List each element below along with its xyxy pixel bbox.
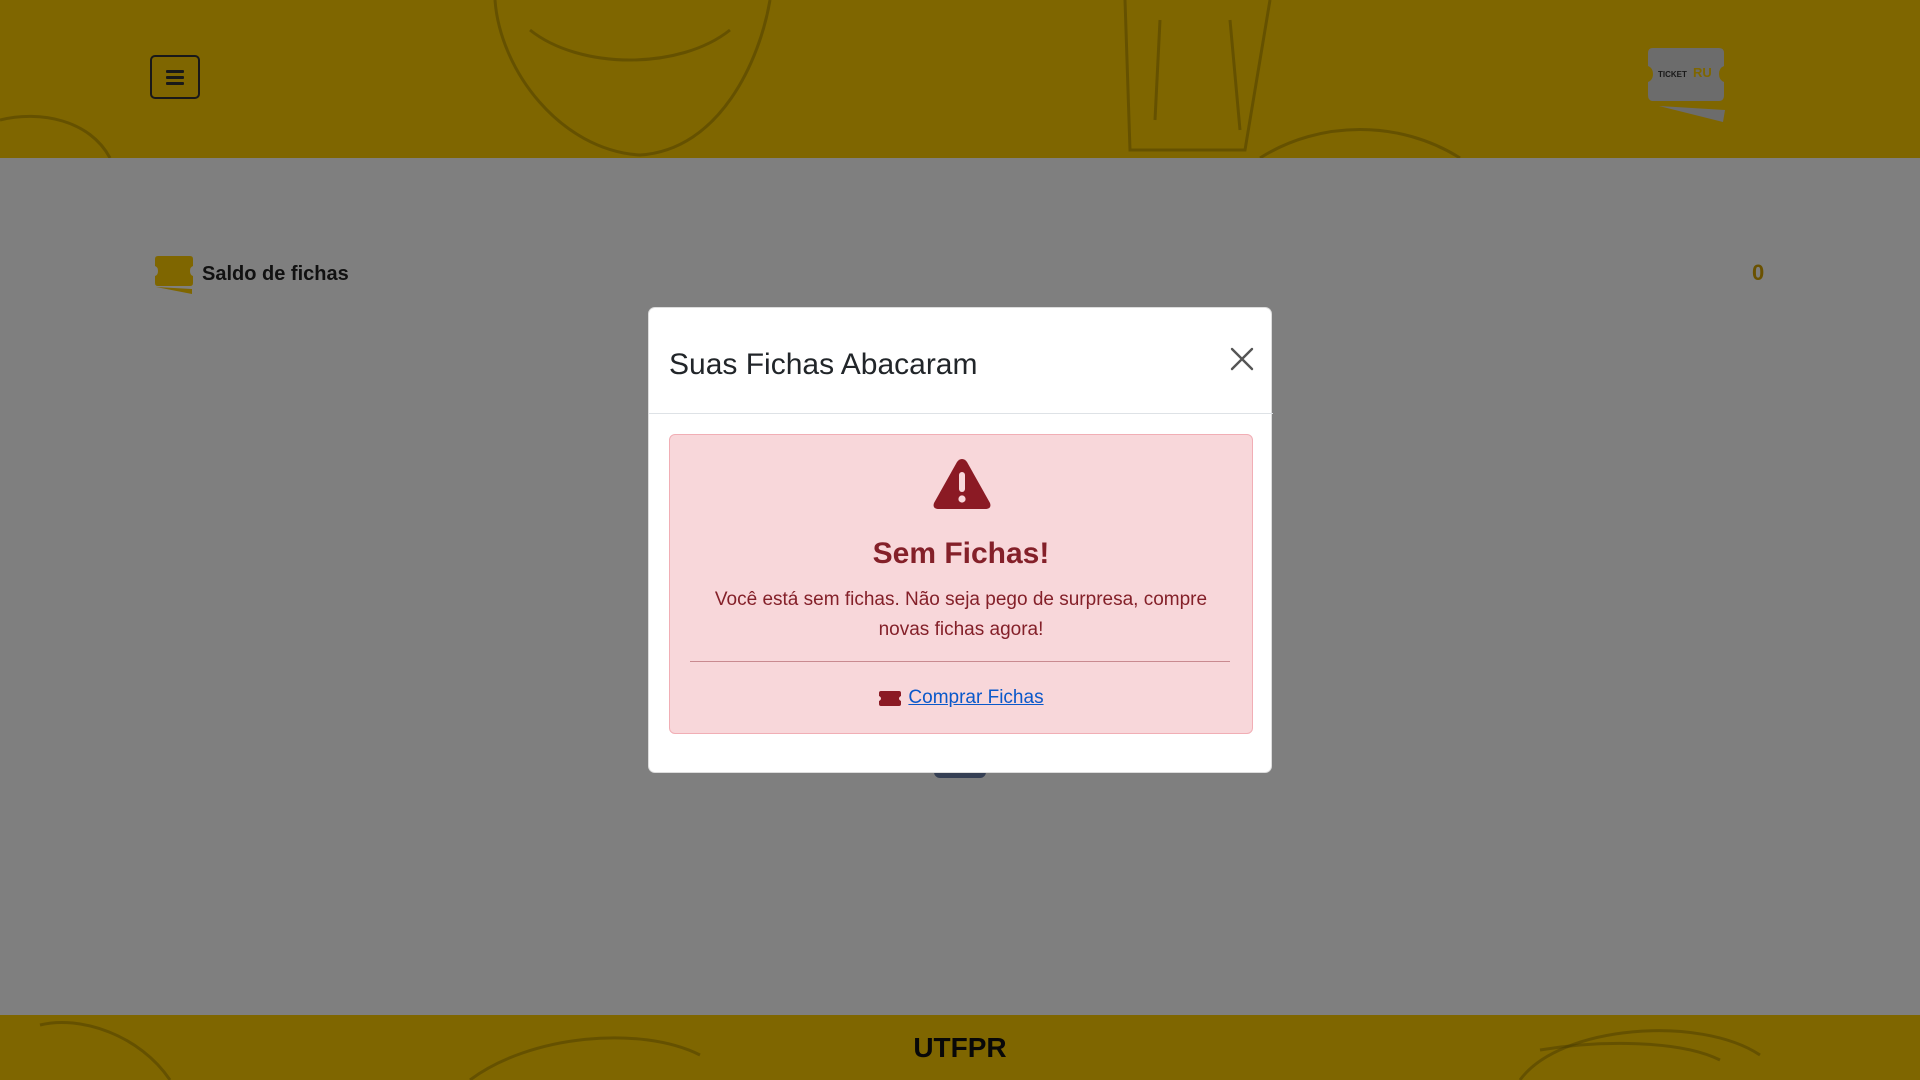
modal-title: Suas Fichas Abacaram [669, 348, 978, 381]
close-button[interactable] [1229, 346, 1255, 372]
alert-message: Você está sem fichas. Não seja pego de s… [714, 589, 1208, 640]
ticket-icon [879, 690, 902, 706]
warning-triangle-icon [933, 459, 991, 509]
no-tickets-modal: Suas Fichas Abacaram Sem Fichas! Você es… [648, 307, 1273, 773]
alert-divider [690, 661, 1230, 662]
buy-tickets-row: Comprar Fichas [670, 687, 1252, 709]
no-tickets-alert: Sem Fichas! Você está sem fichas. Não se… [669, 434, 1253, 734]
close-icon [1230, 347, 1254, 371]
buy-tickets-link[interactable]: Comprar Fichas [908, 687, 1043, 709]
alert-heading: Sem Fichas! [872, 537, 1050, 570]
modal-header: Suas Fichas Abacaram [649, 308, 1273, 414]
